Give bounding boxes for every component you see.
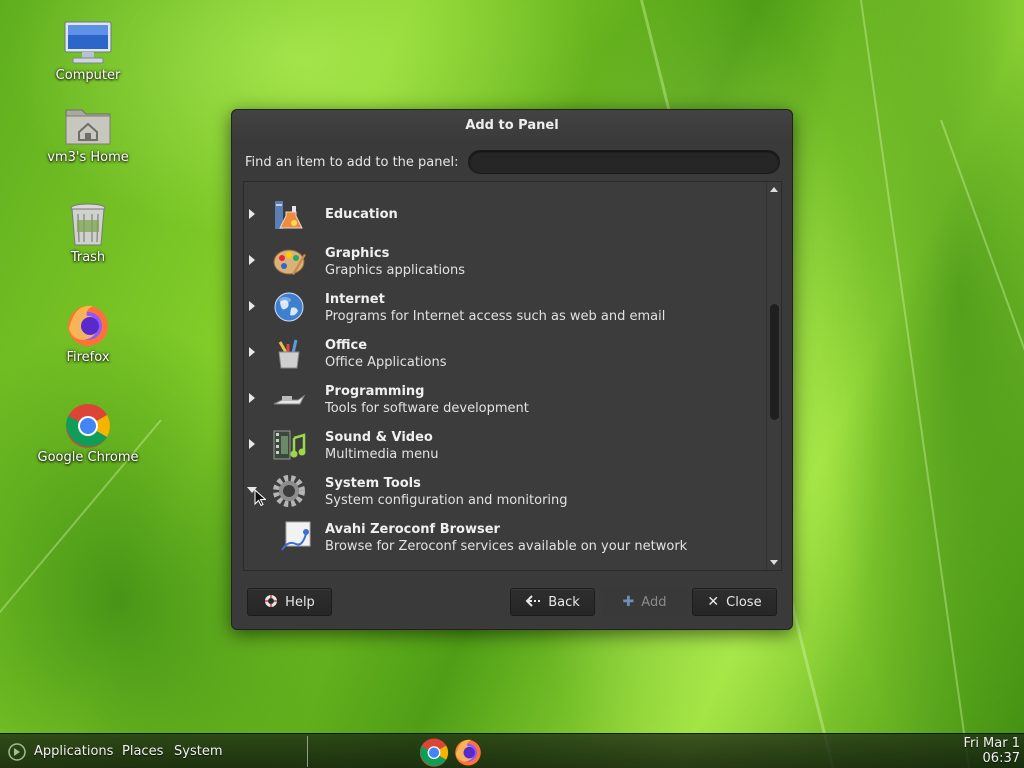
clock[interactable]: Fri Mar 1 06:37 [963, 736, 1020, 766]
close-button[interactable]: ✕ Close [692, 588, 777, 616]
help-lifebuoy-icon [264, 594, 278, 611]
find-label: Find an item to add to the panel: [245, 154, 459, 170]
clock-time: 06:37 [982, 751, 1020, 766]
item-name: Sound & Video [325, 430, 433, 445]
desktop-icon-chrome[interactable]: Google Chrome [33, 402, 143, 465]
item-description: Browse for Zeroconf services available o… [325, 539, 688, 554]
expander-arrow-icon[interactable] [249, 347, 255, 357]
item-description: Office Applications [325, 355, 447, 370]
places-menu[interactable]: Places [122, 744, 163, 759]
item-name: Programming [325, 384, 425, 399]
wallpaper-vein [860, 0, 974, 768]
firefox-icon [63, 302, 113, 348]
chrome-launcher-icon[interactable] [418, 736, 450, 768]
list-item[interactable]: Graphics Graphics applications [244, 238, 766, 284]
clock-date: Fri Mar 1 [963, 736, 1020, 751]
item-name: Office [325, 338, 368, 353]
applications-menu[interactable]: Applications [34, 744, 113, 759]
desktop-icon-label: Google Chrome [37, 450, 139, 465]
system-tools-icon [272, 474, 306, 508]
scroll-down-arrow-icon[interactable] [770, 560, 778, 565]
bottom-panel: Applications Places System Fri Mar 1 06:… [0, 733, 1024, 768]
chrome-icon [63, 402, 113, 448]
item-name: Graphics [325, 246, 390, 261]
next-item-icon [280, 566, 314, 570]
expander-arrow-icon[interactable] [249, 301, 255, 311]
programming-icon [272, 382, 306, 416]
expander-arrow-icon[interactable] [249, 209, 255, 219]
desktop-icon-label: Computer [55, 68, 121, 83]
firefox-launcher-icon[interactable] [452, 736, 484, 768]
item-name: System Tools [325, 476, 421, 491]
search-input[interactable] [467, 150, 780, 174]
item-description: Tools for software development [325, 401, 529, 416]
graphics-icon [272, 244, 306, 278]
list-item[interactable]: Avahi Zeroconf Browser Browse for Zeroco… [244, 514, 766, 560]
office-icon [272, 336, 306, 370]
expander-arrow-icon[interactable] [249, 439, 255, 449]
item-list[interactable]: Education Graphics Graphics applications [243, 181, 782, 571]
back-label: Back [548, 594, 580, 610]
item-name: Education [325, 207, 398, 222]
system-menu[interactable]: System [174, 744, 222, 759]
list-item[interactable] [244, 560, 766, 570]
item-description: Graphics applications [325, 263, 466, 278]
trash-icon [63, 202, 113, 248]
item-name: Avahi Zeroconf Browser [325, 522, 500, 537]
avahi-icon [280, 520, 314, 554]
desktop-icon-firefox[interactable]: Firefox [33, 302, 143, 365]
desktop-icon-trash[interactable]: Trash [33, 202, 143, 265]
help-button[interactable]: Help [247, 588, 332, 616]
scroll-up-arrow-icon[interactable] [770, 187, 778, 192]
item-description: Multimedia menu [325, 447, 439, 462]
internet-globe-icon [272, 290, 306, 324]
list-item[interactable]: Internet Programs for Internet access su… [244, 284, 766, 330]
item-description: System configuration and monitoring [325, 493, 568, 508]
scroll-thumb[interactable] [770, 304, 779, 420]
desktop-icon-home[interactable]: vm3's Home [33, 102, 143, 165]
computer-icon [63, 20, 113, 66]
back-button[interactable]: Back [510, 588, 595, 616]
close-icon: ✕ [707, 594, 720, 610]
wallpaper-vein [0, 419, 162, 768]
expander-arrow-icon[interactable] [249, 255, 255, 265]
list-item[interactable]: Programming Tools for software developme… [244, 376, 766, 422]
mouse-cursor-icon [254, 488, 267, 507]
item-name: Internet [325, 292, 385, 307]
list-item[interactable]: Office Office Applications [244, 330, 766, 376]
add-to-panel-dialog: Add to Panel Find an item to add to the … [231, 109, 793, 630]
desktop-icon-label: vm3's Home [47, 150, 129, 165]
add-button[interactable]: ✚ Add [602, 588, 687, 616]
list-item[interactable]: Sound & Video Multimedia menu [244, 422, 766, 468]
close-label: Close [726, 594, 762, 610]
help-label: Help [285, 594, 315, 610]
panel-separator [307, 736, 308, 767]
add-label: Add [641, 594, 667, 610]
expander-arrow-icon[interactable] [249, 393, 255, 403]
desktop-icon-computer[interactable]: Computer [33, 20, 143, 83]
wallpaper-vein [940, 119, 1024, 768]
home-folder-icon [63, 102, 113, 148]
distro-logo-icon[interactable] [8, 743, 26, 765]
list-item[interactable]: System Tools System configuration and mo… [244, 468, 766, 514]
list-item[interactable]: Education [244, 192, 766, 238]
list-scrollbar[interactable] [766, 182, 781, 570]
dialog-title: Add to Panel [232, 110, 792, 142]
find-row: Find an item to add to the panel: [245, 148, 780, 176]
education-icon [272, 198, 306, 232]
back-arrow-icon [525, 594, 541, 611]
sound-video-icon [272, 428, 306, 462]
desktop-icon-label: Trash [70, 250, 106, 265]
plus-icon: ✚ [622, 594, 635, 610]
desktop-icon-label: Firefox [66, 350, 110, 365]
item-description: Programs for Internet access such as web… [325, 309, 666, 324]
